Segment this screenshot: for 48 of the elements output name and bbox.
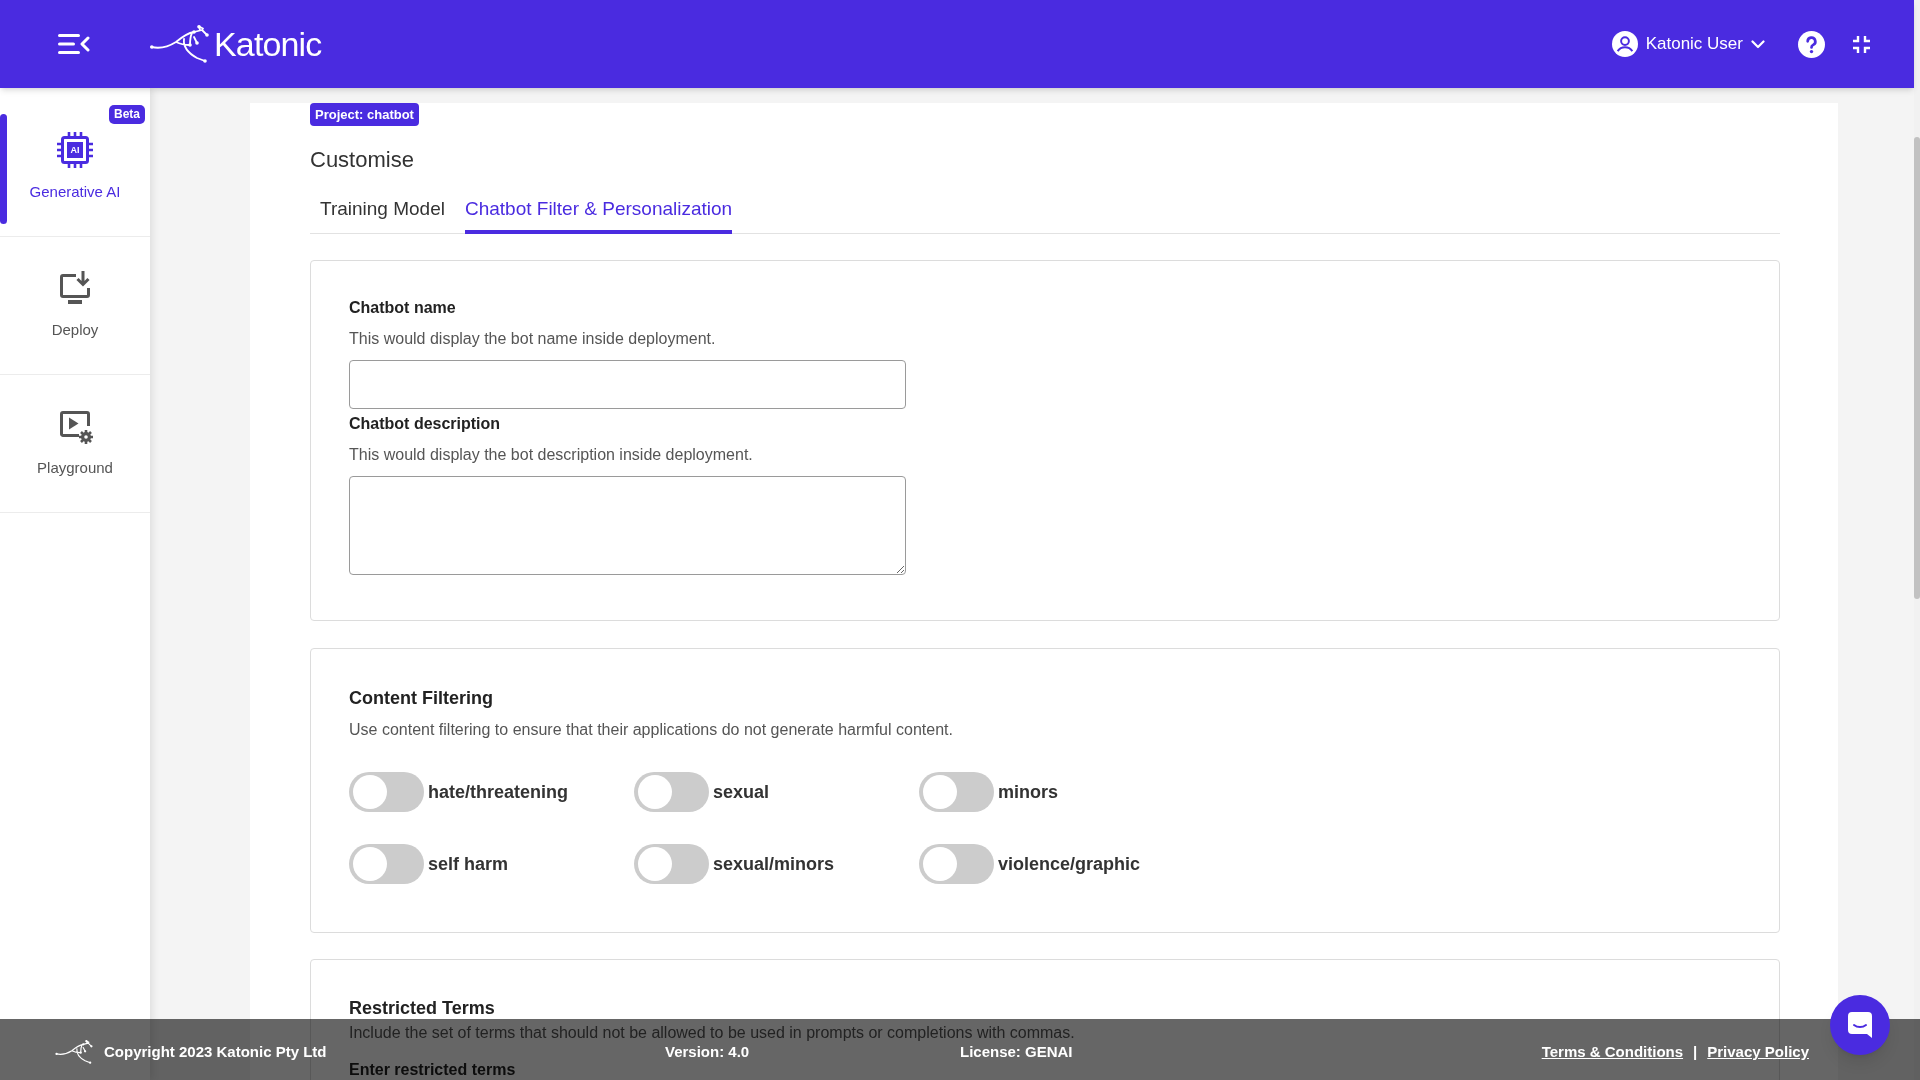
logo-icon [150,25,212,63]
toggle-switch[interactable] [919,772,994,812]
footer-link[interactable]: Terms & Conditions [1541,1044,1684,1059]
field-label: Chatbot description [349,414,501,434]
section-description: Include the set of terms that should not be allowed to be used in prompts or completions with commas. [349,1025,1075,1041]
section-description: Use content filtering to ensure that their applications do not generate harmful content. [349,720,953,740]
field-description: This would display the bot description inside deployment. [349,445,753,465]
chat-button[interactable] [1830,995,1890,1055]
toggle-switch[interactable] [634,844,709,884]
version-text: Version: 4.0 [665,1043,750,1060]
toggle-label: sexual/minors [713,853,835,876]
nav-item[interactable]: Playground [7,406,150,477]
user-avatar-icon [1611,31,1638,57]
tab[interactable]: Chatbot Filter & Personalization [464,186,733,234]
exit-fullscreen-icon[interactable] [1852,34,1871,54]
text-input[interactable] [349,360,906,409]
caret-icon [1751,39,1765,49]
field-label: Enter restricted terms [349,1062,516,1078]
chat-icon [1847,1011,1873,1039]
toggle-label: hate/threatening [428,781,569,804]
project-badge: Project: chatbot [310,103,419,126]
link-separator: | [1693,1044,1698,1059]
nav-item[interactable]: AI Generative AI [7,130,150,201]
toggle-switch[interactable] [349,772,424,812]
text-area[interactable] [349,476,906,575]
nav-item[interactable]: Deploy [7,268,150,339]
logo-text: Katonic [214,24,322,64]
toggle-switch[interactable] [919,844,994,884]
footer-link[interactable]: Privacy Policy [1707,1044,1809,1059]
menu-icon[interactable] [58,33,90,55]
field-description: This would display the bot name inside deployment. [349,329,716,349]
license-text: License: GENAI [960,1044,1073,1059]
toggle-label: sexual [713,781,770,804]
toggle-label: self harm [428,853,509,876]
section-title: Restricted Terms [349,997,495,1019]
toggle-switch[interactable] [349,844,424,884]
copyright-text: Copyright 2023 Katonic Pty Ltd [104,1044,327,1059]
page-title: Customise [310,146,414,174]
beta-badge: Beta [109,105,145,124]
toggle-label: minors [998,781,1058,804]
help-icon[interactable] [1798,30,1825,58]
toggle-label: violence/graphic [998,853,1141,876]
section-title: Content Filtering [349,687,493,710]
toggle-switch[interactable] [634,772,709,812]
user-menu[interactable]: Katonic User [1611,31,1765,57]
logo-icon [55,1039,95,1064]
tab[interactable]: Training Model [320,186,445,234]
field-label: Chatbot name [349,298,456,318]
